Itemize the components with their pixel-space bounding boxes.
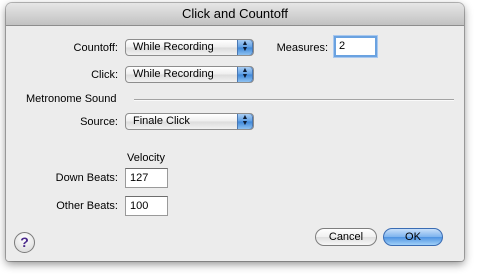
ok-button[interactable]: OK [383,228,443,246]
metronome-section-title: Metronome Sound [26,93,117,105]
source-label: Source: [80,116,118,128]
dialog-window: Click and Countoff Countoff: While Recor… [6,3,464,261]
section-separator [134,99,454,101]
countoff-popup-value: While Recording [133,41,214,53]
click-label: Click: [91,69,118,81]
measures-label: Measures: [276,42,328,54]
countoff-popup[interactable]: While Recording ▲ ▼ [125,39,254,56]
velocity-header: Velocity [127,152,165,164]
other-beats-label: Other Beats: [56,200,118,212]
measures-field[interactable]: 2 [334,36,377,57]
other-beats-field[interactable]: 100 [125,196,168,216]
source-popup[interactable]: Finale Click ▲ ▼ [125,113,254,130]
cancel-button[interactable]: Cancel [315,228,377,246]
dialog-content: Countoff: While Recording ▲ ▼ Measures: 2… [6,26,464,261]
click-popup[interactable]: While Recording ▲ ▼ [125,66,254,83]
click-popup-value: While Recording [133,68,214,80]
countoff-label: Countoff: [73,42,118,54]
down-beats-field[interactable]: 127 [125,168,168,188]
down-beats-label: Down Beats: [55,172,118,184]
up-down-arrows-icon: ▲ ▼ [237,67,253,82]
source-popup-value: Finale Click [133,115,190,127]
up-down-arrows-icon: ▲ ▼ [237,40,253,55]
up-down-arrows-icon: ▲ ▼ [237,114,253,129]
dialog-title: Click and Countoff [6,3,464,26]
help-icon[interactable]: ? [14,232,35,253]
